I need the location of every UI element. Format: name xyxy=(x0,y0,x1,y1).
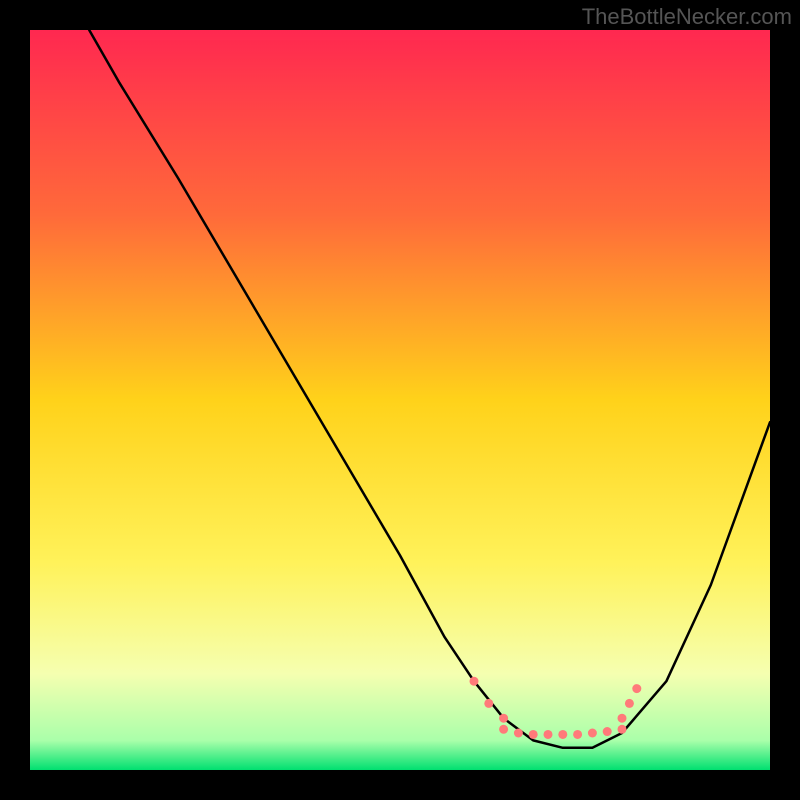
dotted-marker xyxy=(618,714,627,723)
dotted-marker xyxy=(588,729,597,738)
plot-area xyxy=(30,30,770,770)
dotted-marker xyxy=(544,730,553,739)
dotted-marker xyxy=(558,730,567,739)
chart-svg xyxy=(30,30,770,770)
dotted-marker xyxy=(499,714,508,723)
dotted-marker xyxy=(625,699,634,708)
dotted-marker xyxy=(573,730,582,739)
dotted-marker xyxy=(499,725,508,734)
dotted-marker xyxy=(514,729,523,738)
dotted-marker xyxy=(470,677,479,686)
gradient-background xyxy=(30,30,770,770)
dotted-marker xyxy=(618,725,627,734)
dotted-marker xyxy=(632,684,641,693)
dotted-marker xyxy=(484,699,493,708)
watermark-text: TheBottleNecker.com xyxy=(582,4,792,30)
dotted-marker xyxy=(529,730,538,739)
chart-container: TheBottleNecker.com xyxy=(0,0,800,800)
dotted-marker xyxy=(603,727,612,736)
